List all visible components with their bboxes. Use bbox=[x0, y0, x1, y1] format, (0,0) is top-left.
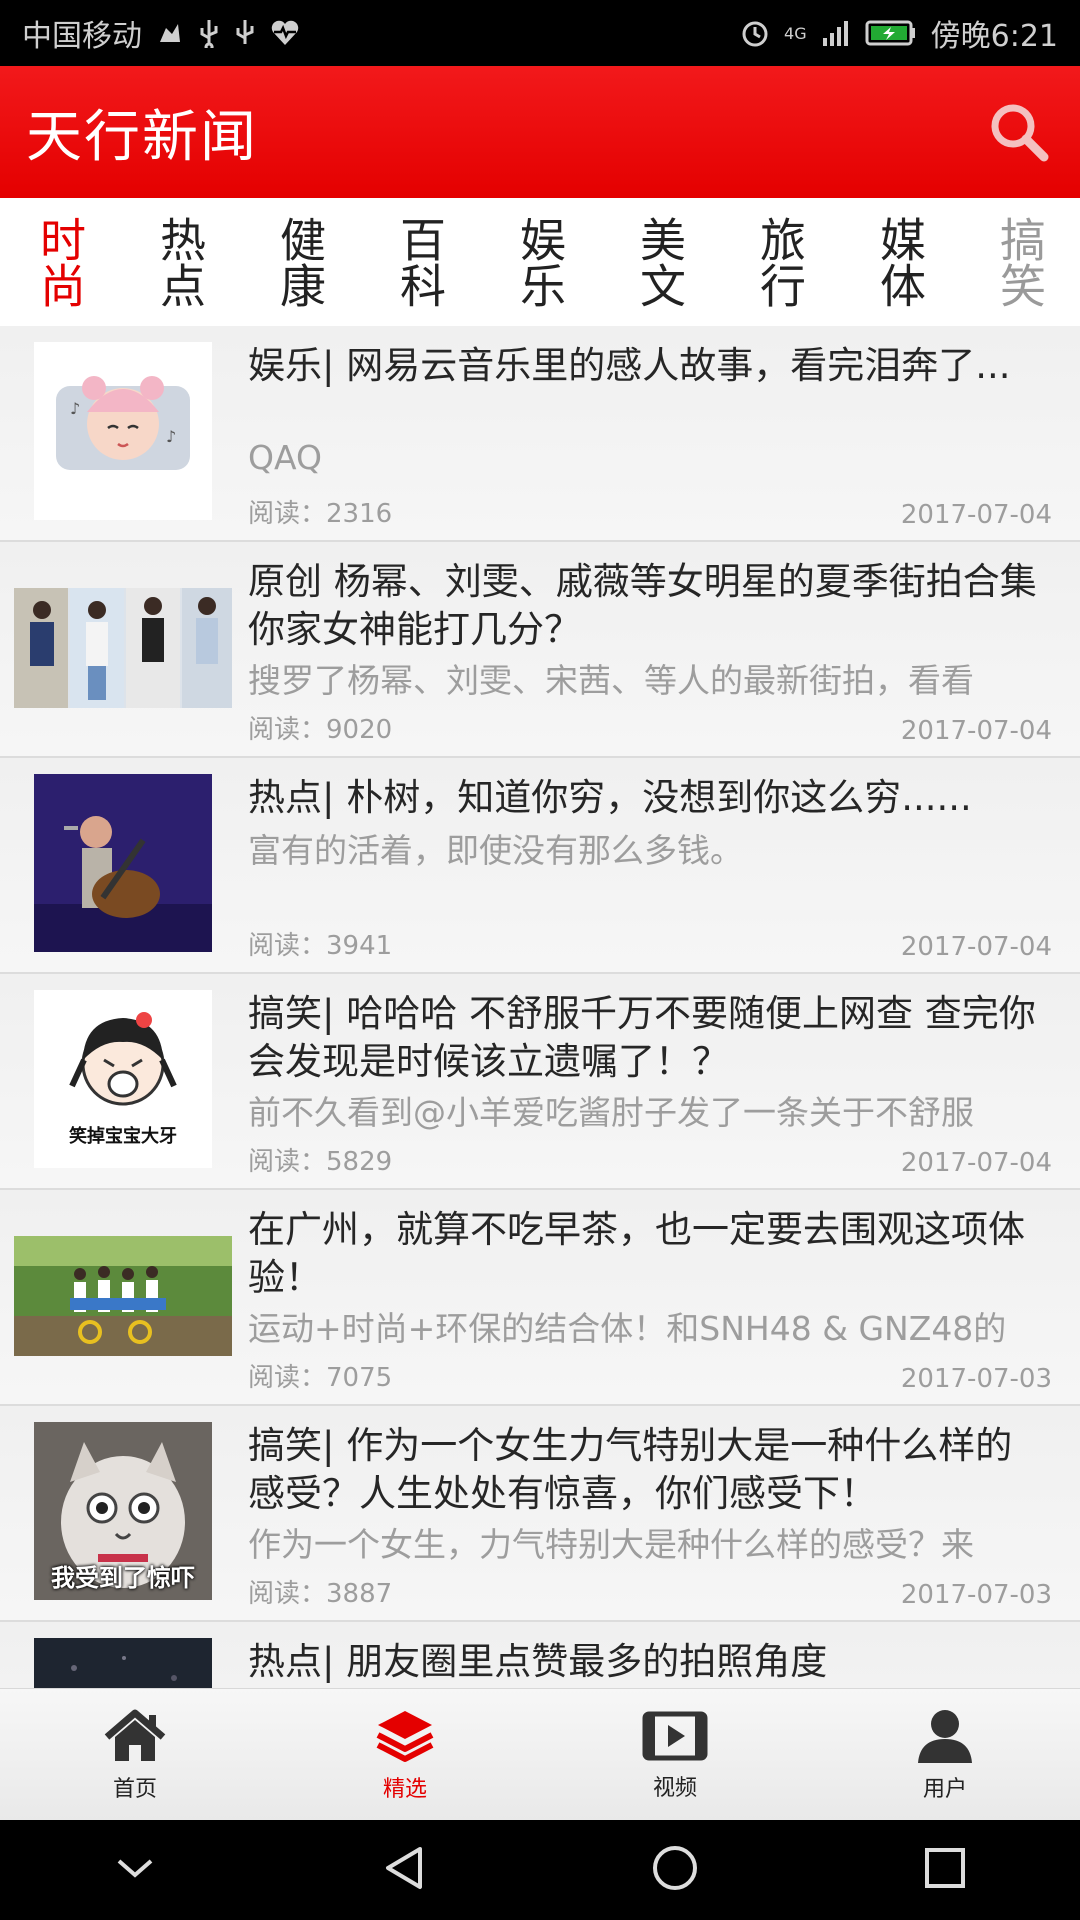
news-title: 原创 杨幂、刘雯、戚薇等女明星的夏季街拍合集 你家女神能打几分？ bbox=[248, 560, 1037, 651]
news-summary: 作为一个女生，力气特别大是种什么样的感受？来 bbox=[248, 1525, 974, 1564]
news-title: 娱乐| 网易云音乐里的感人故事，看完泪奔了... bbox=[248, 344, 1011, 387]
carrier-label: 中国移动 bbox=[22, 19, 142, 54]
clock: 傍晚6:21 bbox=[930, 19, 1058, 54]
thumbnail-caption: 我受到了惊吓 bbox=[51, 1564, 195, 1592]
read-count: 阅读：7075 bbox=[248, 1363, 393, 1393]
usb-icon-2 bbox=[234, 18, 256, 48]
back-icon[interactable] bbox=[380, 1843, 428, 1897]
svg-text:♪: ♪ bbox=[70, 399, 80, 418]
news-summary: 富有的活着，即使没有那么多钱。 bbox=[248, 831, 743, 870]
usb-icon bbox=[198, 18, 220, 48]
tab-media[interactable]: 媒体 bbox=[840, 202, 960, 322]
news-title: 在广州，就算不吃早茶，也一定要去围观这项体验！ bbox=[248, 1208, 1025, 1299]
status-left: 中国移动 bbox=[22, 11, 300, 55]
status-bar: 中国移动 4G 傍晚6:21 bbox=[0, 0, 1080, 66]
news-thumbnail: 笑掉宝宝大牙 bbox=[34, 990, 212, 1168]
nav-featured[interactable]: 精选 bbox=[270, 1689, 540, 1821]
home-circle-icon[interactable] bbox=[650, 1843, 700, 1897]
news-date: 2017-07-04 bbox=[900, 500, 1052, 530]
news-item[interactable]: 笑掉宝宝大牙 搞笑| 哈哈哈 不舒服千万不要随便上网查 查完你会发现是时候该立遗… bbox=[0, 974, 1080, 1190]
user-icon bbox=[918, 1710, 972, 1763]
news-item[interactable]: 热点| 朋友圈里点赞最多的拍照角度 bbox=[0, 1622, 1080, 1688]
news-title: 搞笑| 作为一个女生力气特别大是一种什么样的感受？人生处处有惊喜，你们感受下！ bbox=[248, 1424, 1013, 1515]
news-date: 2017-07-03 bbox=[900, 1364, 1052, 1394]
news-thumbnail bbox=[14, 588, 232, 708]
news-item[interactable]: 我受到了惊吓 搞笑| 作为一个女生力气特别大是一种什么样的感受？人生处处有惊喜，… bbox=[0, 1406, 1080, 1622]
news-date: 2017-07-04 bbox=[900, 1148, 1052, 1178]
tab-encyclopedia[interactable]: 百科 bbox=[360, 202, 480, 322]
bottom-nav: 首页 精选 视频 用户 bbox=[0, 1688, 1080, 1821]
read-count: 阅读：3887 bbox=[248, 1579, 393, 1609]
news-thumbnail: ♪ ♪ bbox=[34, 342, 212, 520]
news-item[interactable]: 在广州，就算不吃早茶，也一定要去围观这项体验！ 运动+时尚+环保的结合体！和SN… bbox=[0, 1190, 1080, 1406]
nav-home-label: 首页 bbox=[112, 1777, 157, 1802]
read-count: 阅读：9020 bbox=[248, 715, 393, 745]
home-icon bbox=[104, 1709, 166, 1761]
category-tabs: 时尚 热点 健康 百科 娱乐 美文 旅行 媒体 搞笑 bbox=[0, 198, 1080, 328]
news-summary: 搜罗了杨幂、刘雯、宋茜、等人的最新街拍，看看 bbox=[248, 661, 974, 700]
nav-video-label: 视频 bbox=[652, 1776, 697, 1801]
nav-user[interactable]: 用户 bbox=[810, 1689, 1080, 1821]
tab-essays[interactable]: 美文 bbox=[600, 202, 720, 322]
recents-icon[interactable] bbox=[921, 1844, 969, 1896]
svg-text:♪: ♪ bbox=[166, 427, 176, 446]
signal-icon bbox=[821, 18, 851, 48]
read-count: 阅读：5829 bbox=[248, 1147, 393, 1177]
tab-travel[interactable]: 旅行 bbox=[720, 202, 840, 322]
news-date: 2017-07-04 bbox=[900, 932, 1052, 962]
search-button[interactable] bbox=[984, 97, 1054, 167]
news-summary: 前不久看到@小羊爱吃酱肘子发了一条关于不舒服 bbox=[248, 1093, 974, 1132]
news-thumbnail bbox=[34, 774, 212, 952]
thumbnail-caption: 笑掉宝宝大牙 bbox=[69, 1126, 177, 1147]
app-header: 天行新闻 bbox=[0, 66, 1080, 198]
news-item[interactable]: 原创 杨幂、刘雯、戚薇等女明星的夏季街拍合集 你家女神能打几分？ 搜罗了杨幂、刘… bbox=[0, 542, 1080, 758]
app-title: 天行新闻 bbox=[26, 104, 258, 170]
nav-user-label: 用户 bbox=[922, 1777, 967, 1802]
news-item[interactable]: ♪ ♪ 娱乐| 网易云音乐里的感人故事，看完泪奔了... QAQ 阅读：2316… bbox=[0, 326, 1080, 542]
nav-home[interactable]: 首页 bbox=[0, 1689, 270, 1821]
news-thumbnail: 我受到了惊吓 bbox=[34, 1422, 212, 1600]
news-date: 2017-07-04 bbox=[900, 716, 1052, 746]
read-count: 阅读：3941 bbox=[248, 931, 393, 961]
layers-icon bbox=[376, 1711, 434, 1762]
search-icon bbox=[991, 104, 1049, 162]
news-title: 搞笑| 哈哈哈 不舒服千万不要随便上网查 查完你会发现是时候该立遗嘱了！？ bbox=[248, 992, 1036, 1083]
news-thumbnail bbox=[34, 1638, 212, 1688]
system-nav-bar bbox=[0, 1820, 1080, 1920]
news-summary: QAQ bbox=[248, 438, 322, 477]
status-right: 4G 傍晚6:21 bbox=[740, 11, 1058, 55]
tab-health[interactable]: 健康 bbox=[240, 202, 360, 322]
chevron-down-icon[interactable] bbox=[111, 1853, 159, 1887]
news-title: 热点| 朋友圈里点赞最多的拍照角度 bbox=[248, 1640, 828, 1683]
news-thumbnail bbox=[14, 1236, 232, 1356]
heart-monitor-icon bbox=[270, 19, 300, 47]
nav-featured-label: 精选 bbox=[382, 1777, 427, 1802]
nav-video[interactable]: 视频 bbox=[540, 1689, 810, 1821]
news-item[interactable]: 热点| 朴树，知道你穷，没想到你这么穷...... 富有的活着，即使没有那么多钱… bbox=[0, 758, 1080, 974]
tab-funny[interactable]: 搞笑 bbox=[960, 202, 1080, 322]
battery-charging-icon bbox=[865, 19, 917, 47]
news-date: 2017-07-03 bbox=[900, 1580, 1052, 1610]
tab-hot[interactable]: 热点 bbox=[120, 202, 240, 322]
read-count: 阅读：2316 bbox=[248, 499, 393, 529]
alarm-icon bbox=[740, 18, 770, 48]
news-list: ♪ ♪ 娱乐| 网易云音乐里的感人故事，看完泪奔了... QAQ 阅读：2316… bbox=[0, 326, 1080, 1688]
news-title: 热点| 朴树，知道你穷，没想到你这么穷...... bbox=[248, 776, 972, 819]
network-type: 4G bbox=[784, 23, 807, 43]
news-summary: 运动+时尚+环保的结合体！和SNH48 & GNZ48的 bbox=[248, 1309, 1007, 1348]
cloud-icon bbox=[156, 20, 184, 46]
tab-entertainment[interactable]: 娱乐 bbox=[480, 202, 600, 322]
tab-fashion[interactable]: 时尚 bbox=[0, 202, 120, 322]
video-icon bbox=[642, 1711, 708, 1761]
